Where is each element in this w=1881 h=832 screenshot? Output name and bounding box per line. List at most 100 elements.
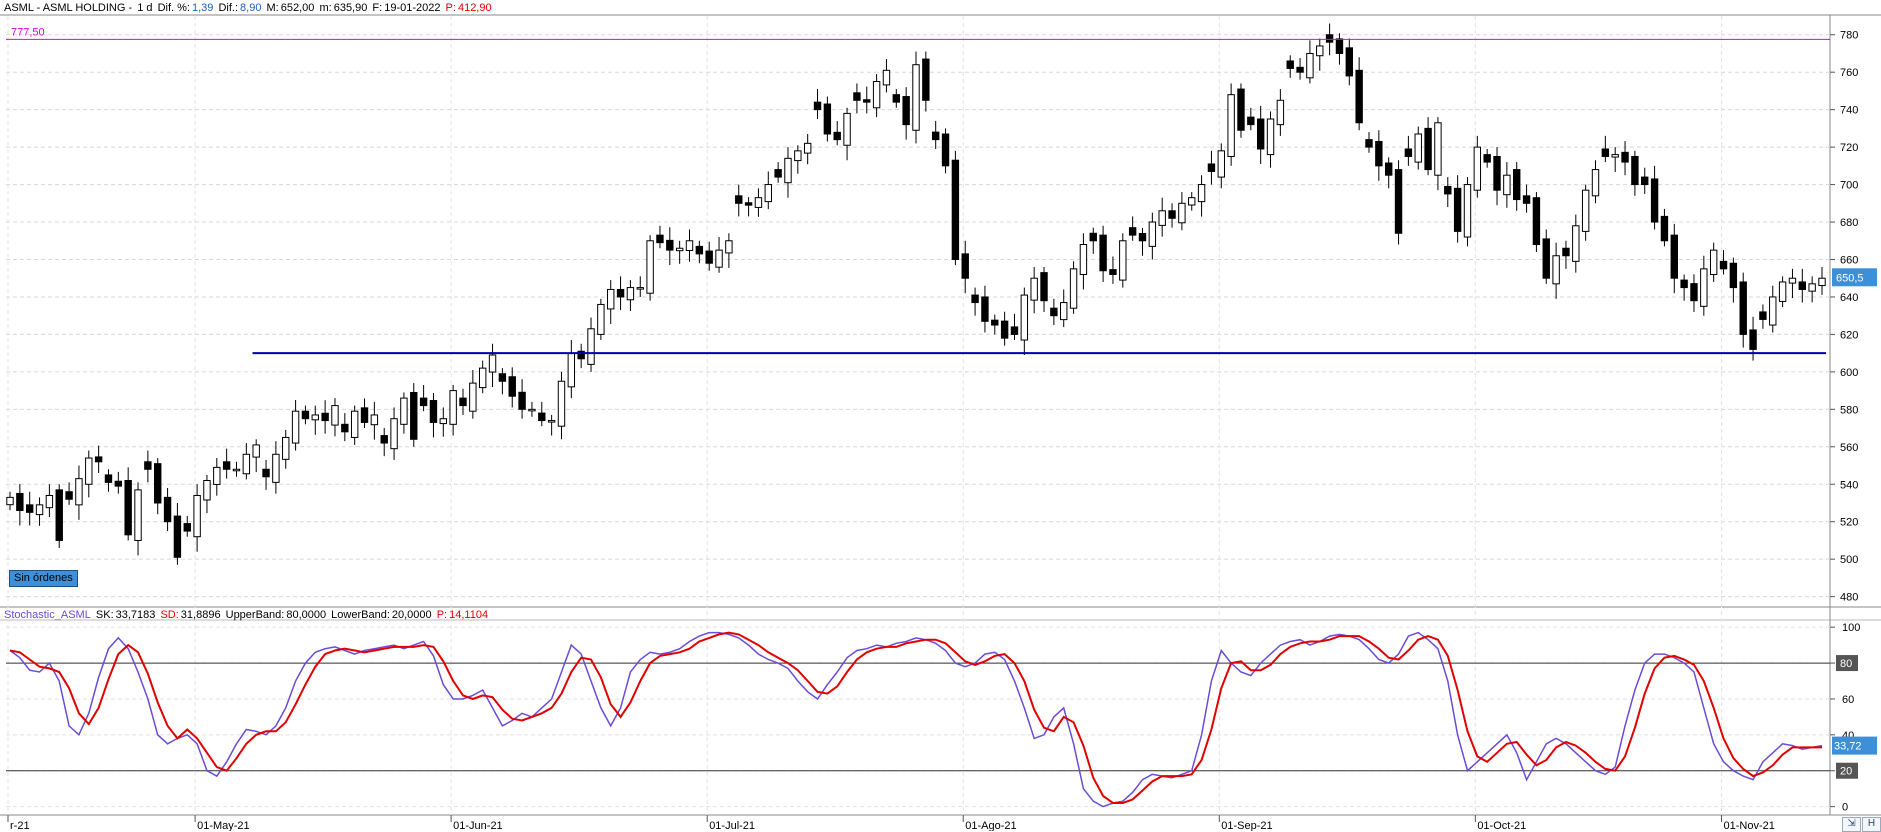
bearish-candle: [981, 296, 989, 322]
bearish-candle: [518, 391, 526, 410]
last-price-label: 650,5: [1836, 272, 1864, 284]
bullish-candle: [213, 466, 221, 485]
bearish-candle: [853, 92, 861, 101]
stochastic-panel-header: Stochastic_ASML SK: 33,7183 SD: 31,8896 Up…: [4, 608, 490, 622]
bullish-candle: [6, 496, 14, 506]
bearish-candle: [813, 101, 822, 111]
bullish-candle: [1769, 296, 1777, 326]
bullish-candle: [1700, 268, 1708, 307]
bearish-candle: [1493, 155, 1501, 191]
bullish-candle: [311, 414, 319, 421]
sk-value: 33,7183: [115, 609, 156, 621]
bullish-candle: [1591, 169, 1600, 197]
bullish-candle: [872, 81, 881, 109]
bullish-candle: [636, 287, 644, 290]
bullish-candle: [715, 249, 723, 268]
bullish-candle: [1463, 184, 1472, 238]
price-tick-label: 740: [1840, 105, 1858, 117]
stoch-band-label: 80: [1840, 658, 1852, 670]
bearish-candle: [429, 400, 438, 423]
bearish-candle: [1670, 234, 1678, 279]
bearish-candle: [833, 131, 841, 141]
bullish-candle: [1030, 277, 1038, 301]
bearish-candle: [961, 253, 969, 279]
bullish-candle: [1197, 184, 1206, 203]
bearish-candle: [744, 202, 753, 206]
bullish-candle: [1178, 202, 1186, 224]
bearish-candle: [1729, 262, 1738, 289]
p-value: 412,90: [457, 2, 492, 14]
bearish-candle: [1325, 34, 1334, 43]
chart-canvas[interactable]: 4805005205405605806006206406606807007207…: [0, 0, 1881, 831]
bearish-candle: [410, 391, 418, 440]
upper-band-value: 80,0000: [286, 609, 327, 621]
bearish-candle: [991, 319, 999, 326]
bearish-candle: [1601, 148, 1610, 157]
bullish-candle: [449, 390, 457, 425]
bearish-candle: [498, 373, 507, 382]
dif-pct-value: 1,39: [191, 2, 214, 14]
bearish-candle: [1256, 118, 1265, 150]
bullish-candle: [282, 436, 290, 460]
bearish-candle: [902, 96, 910, 126]
bullish-candle: [1217, 150, 1225, 178]
bullish-candle: [725, 240, 733, 254]
bearish-candle: [262, 468, 270, 478]
bullish-candle: [488, 354, 497, 373]
period-label: 1 d: [137, 2, 153, 14]
bearish-candle: [1719, 260, 1728, 270]
price-tick-label: 480: [1840, 592, 1858, 604]
stoch-name: Stochastic_ASML: [4, 609, 91, 621]
price-tick-label: 720: [1840, 142, 1858, 154]
bearish-candle: [124, 480, 132, 536]
stoch-tick-label: 60: [1842, 694, 1854, 706]
bearish-candle: [1453, 187, 1462, 232]
bearish-candle: [1384, 162, 1393, 176]
bullish-candle: [45, 494, 54, 509]
bearish-candle: [1680, 279, 1688, 289]
price-tick-label: 620: [1840, 329, 1858, 341]
bullish-candle: [843, 112, 851, 146]
bullish-candle: [1818, 277, 1826, 287]
bullish-candle: [882, 69, 891, 86]
date-value: 19-01-2022: [384, 2, 441, 14]
price-tick-label: 520: [1840, 517, 1858, 529]
bullish-candle: [242, 453, 251, 475]
bearish-candle: [1542, 238, 1550, 279]
date-tick-label: 01-Oct-21: [1477, 820, 1526, 831]
bullish-candle: [675, 247, 684, 252]
bearish-candle: [705, 250, 713, 264]
bullish-candle: [1158, 210, 1166, 226]
sd-value: 31,8896: [180, 609, 221, 621]
stoch-last-label: 33,72: [1834, 741, 1862, 753]
resize-icon[interactable]: ⇲: [1842, 817, 1861, 832]
dif-label: Dif.:: [218, 2, 239, 14]
bullish-candle: [912, 64, 920, 131]
bullish-candle: [1060, 302, 1068, 321]
dif-pct-label: Dif. %:: [157, 2, 190, 14]
bullish-candle: [587, 328, 595, 365]
bearish-candle: [419, 397, 428, 407]
bearish-candle: [114, 480, 123, 487]
bearish-candle: [508, 376, 516, 397]
bullish-candle: [567, 352, 576, 388]
bearish-candle: [1424, 127, 1432, 171]
bearish-candle: [1345, 47, 1354, 77]
bearish-candle: [1532, 197, 1541, 246]
bearish-candle: [695, 245, 704, 255]
bullish-candle: [528, 408, 536, 412]
orders-status-badge[interactable]: Sin órdenes: [9, 570, 78, 587]
bearish-candle: [1631, 155, 1639, 186]
bullish-candle: [1316, 45, 1324, 57]
bullish-candle: [685, 240, 694, 252]
h-button[interactable]: H: [1862, 817, 1881, 832]
bearish-candle: [1355, 69, 1363, 124]
bearish-candle: [222, 461, 231, 470]
price-tick-label: 560: [1840, 442, 1858, 454]
date-tick-label: r-21: [10, 820, 30, 831]
date-label: F:: [372, 2, 383, 14]
bearish-candle: [341, 423, 349, 433]
bullish-candle: [1188, 197, 1196, 206]
bearish-candle: [1286, 60, 1294, 69]
sd-label: SD:: [160, 609, 179, 621]
